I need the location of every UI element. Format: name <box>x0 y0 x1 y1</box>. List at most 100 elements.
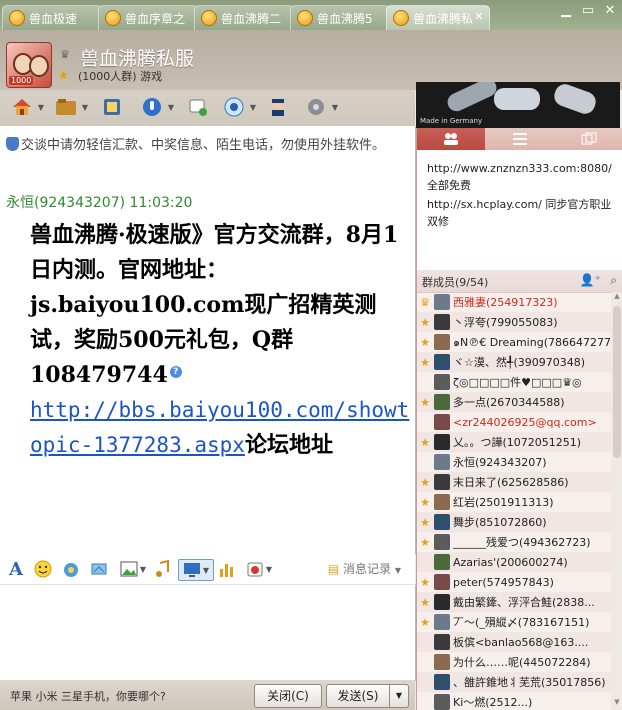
member-row[interactable]: ★ 丆～(_殞縱〆(783167151) <box>417 612 611 632</box>
image-icon[interactable]: ▼ <box>118 559 148 579</box>
member-row[interactable]: ★ 红岩(2501911313) <box>417 492 611 512</box>
admin-star-icon: ★ <box>420 475 430 489</box>
member-scrollbar[interactable]: ▲ ▼ <box>611 292 622 710</box>
group-subtitle: (1000人群) 游戏 <box>78 70 163 83</box>
font-icon[interactable]: A <box>6 559 26 580</box>
member-row[interactable]: ★ peter(574957843) <box>417 572 611 592</box>
close-tab-icon[interactable]: ✕ <box>473 11 485 23</box>
tab-5-active[interactable]: 兽血沸腾私 ✕ <box>386 5 490 30</box>
chevron-down-icon[interactable]: ▼ <box>250 103 256 112</box>
member-row[interactable]: ★ 多一点(2670344588) <box>417 392 611 412</box>
ad-image <box>551 82 599 117</box>
group-announcement: http://www.znznzn333.com:8080/ 全部免费 http… <box>417 150 622 271</box>
tab-windows-icon[interactable] <box>555 128 622 150</box>
close-window-icon[interactable]: ✕ <box>600 2 620 20</box>
add-member-icon[interactable]: 👤⁺ <box>580 273 601 287</box>
member-name: ヾ☆漠、然╃(390970348) <box>453 356 586 369</box>
scroll-down-icon[interactable]: ▼ <box>611 698 622 710</box>
crown-icon: ♛ <box>60 48 70 61</box>
format-toolbar: A ▼ ▼ ▼ ▤ 消息记录 ▼ <box>0 554 415 584</box>
history-icon: ▤ <box>327 562 340 576</box>
member-row[interactable]: 、雒許錐地丬芜荒(35017856) <box>417 672 611 692</box>
send-options-chevron-icon[interactable]: ▼ <box>389 684 409 708</box>
tab-3[interactable]: 兽血沸腾二 <box>194 5 294 30</box>
member-row[interactable]: ★ 乂。。つ譁(1072051251) <box>417 432 611 452</box>
group-icon <box>9 10 25 26</box>
tab-list-icon[interactable] <box>486 128 554 150</box>
member-row[interactable]: ★ 舞步(851072860) <box>417 512 611 532</box>
tab-2[interactable]: 兽血序章之 <box>98 5 198 30</box>
member-row[interactable]: Azarias'(200600274) <box>417 552 611 572</box>
member-name: 末日来了(625628586) <box>453 476 569 489</box>
message-history-button[interactable]: ▤ 消息记录 ▼ <box>328 560 401 577</box>
magic-emoji-icon[interactable] <box>60 559 82 579</box>
send-button[interactable]: 发送(S) <box>326 684 390 708</box>
member-avatar <box>434 394 450 410</box>
member-list[interactable]: ♛ 西雅妻(254917323) ★ 丶浮夸(799055083) ★ ๑N℗€ Drea… <box>417 292 611 710</box>
home-icon[interactable]: ▼ <box>8 94 44 120</box>
maximize-icon[interactable]: ▭ <box>578 2 598 20</box>
tab-label: 兽血序章之 <box>125 11 186 26</box>
video-icon[interactable]: ▼ <box>220 94 256 120</box>
search-icon[interactable]: ⌕ <box>610 273 617 288</box>
members-count: 群成员(9/54) <box>422 276 489 289</box>
close-button[interactable]: 关闭(C) <box>254 684 322 708</box>
announcement-line[interactable]: http://sx.hcplay.com/ 同步官方职业双修 <box>427 196 613 230</box>
screenshot-icon[interactable]: ▼ <box>178 559 214 581</box>
member-avatar <box>434 474 450 490</box>
chat-history[interactable]: 交谈中请勿轻信汇款、中奖信息、陌生电话，勿使用外挂软件。 永恒(92434320… <box>0 126 416 554</box>
member-row[interactable]: ★ ๑N℗€ Dreaming(786647277) <box>417 332 611 352</box>
message-link[interactable]: http://bbs.baiyou100.com/showtopic-13772… <box>30 398 409 457</box>
announcement-icon[interactable] <box>184 94 212 120</box>
minimize-icon[interactable]: ▁ <box>556 2 576 20</box>
tab-4[interactable]: 兽血沸腾5 <box>290 5 390 30</box>
message-sender[interactable]: 永恒(924343207) 11:03:20 <box>6 192 192 212</box>
member-row[interactable]: 为什么……呢(445072284) <box>417 652 611 672</box>
group-avatar[interactable]: 1000 <box>6 42 52 88</box>
admin-star-icon: ★ <box>420 355 430 369</box>
folder-icon[interactable]: ▼ <box>52 94 88 120</box>
scroll-thumb[interactable] <box>613 306 621 458</box>
member-avatar <box>434 634 450 650</box>
member-name: 板傧<banlao568@163.... <box>453 636 589 649</box>
member-row[interactable]: ζ◎□□□□件♥□□□♛◎ <box>417 372 611 392</box>
announcement-line[interactable]: http://www.znznzn333.com:8080/ 全部免费 <box>427 160 613 194</box>
member-row[interactable]: Ki～燃(2512...) <box>417 692 611 710</box>
member-avatar <box>434 654 450 670</box>
chevron-down-icon[interactable]: ▼ <box>168 103 174 112</box>
help-icon[interactable]: ? <box>169 365 182 378</box>
member-name: ๑N℗€ Dreaming(786647277) <box>453 336 611 349</box>
tab-1[interactable]: 兽血极速 <box>2 5 102 30</box>
scroll-up-icon[interactable]: ▲ <box>611 292 622 304</box>
tab-label: 兽血沸腾5 <box>317 11 373 26</box>
member-row[interactable]: ★ 末日来了(625628586) <box>417 472 611 492</box>
chevron-down-icon[interactable]: ▼ <box>82 103 88 112</box>
member-row[interactable]: 永恒(924343207) <box>417 452 611 472</box>
member-row[interactable]: ★ 戴由繁鏲、浮泙合鮭(2838... <box>417 592 611 612</box>
member-row[interactable]: <zr244026925@qq.com> <box>417 412 611 432</box>
police-icon[interactable] <box>264 94 292 120</box>
admin-star-icon: ★ <box>420 615 430 629</box>
member-row[interactable]: 板傧<banlao568@163.... <box>417 632 611 652</box>
redbag-icon[interactable]: ▼ <box>244 559 274 579</box>
gear-icon[interactable]: ▼ <box>302 94 338 120</box>
album-icon[interactable] <box>98 94 126 120</box>
tab-members-icon[interactable] <box>417 128 485 150</box>
chevron-down-icon[interactable]: ▼ <box>38 103 44 112</box>
chart-icon[interactable] <box>216 559 238 579</box>
emoji-icon[interactable] <box>32 559 54 579</box>
ad-banner[interactable]: Made in Germany <box>416 82 620 128</box>
message-input[interactable] <box>0 584 416 681</box>
music-icon[interactable] <box>152 559 174 579</box>
member-row[interactable]: ★ 丶浮夸(799055083) <box>417 312 611 332</box>
shake-icon[interactable] <box>88 559 110 579</box>
microphone-icon[interactable]: ▼ <box>138 94 174 120</box>
member-row[interactable]: ♛ 西雅妻(254917323) <box>417 292 611 312</box>
chevron-down-icon[interactable]: ▼ <box>332 103 338 112</box>
ad-tip[interactable]: 苹果 小米 三星手机，你要哪个? <box>10 688 166 704</box>
member-row[interactable]: ★ ______残爱つ(494362723) <box>417 532 611 552</box>
member-avatar <box>434 694 450 710</box>
group-icon <box>393 10 409 26</box>
member-avatar <box>434 314 450 330</box>
member-row[interactable]: ★ ヾ☆漠、然╃(390970348) <box>417 352 611 372</box>
